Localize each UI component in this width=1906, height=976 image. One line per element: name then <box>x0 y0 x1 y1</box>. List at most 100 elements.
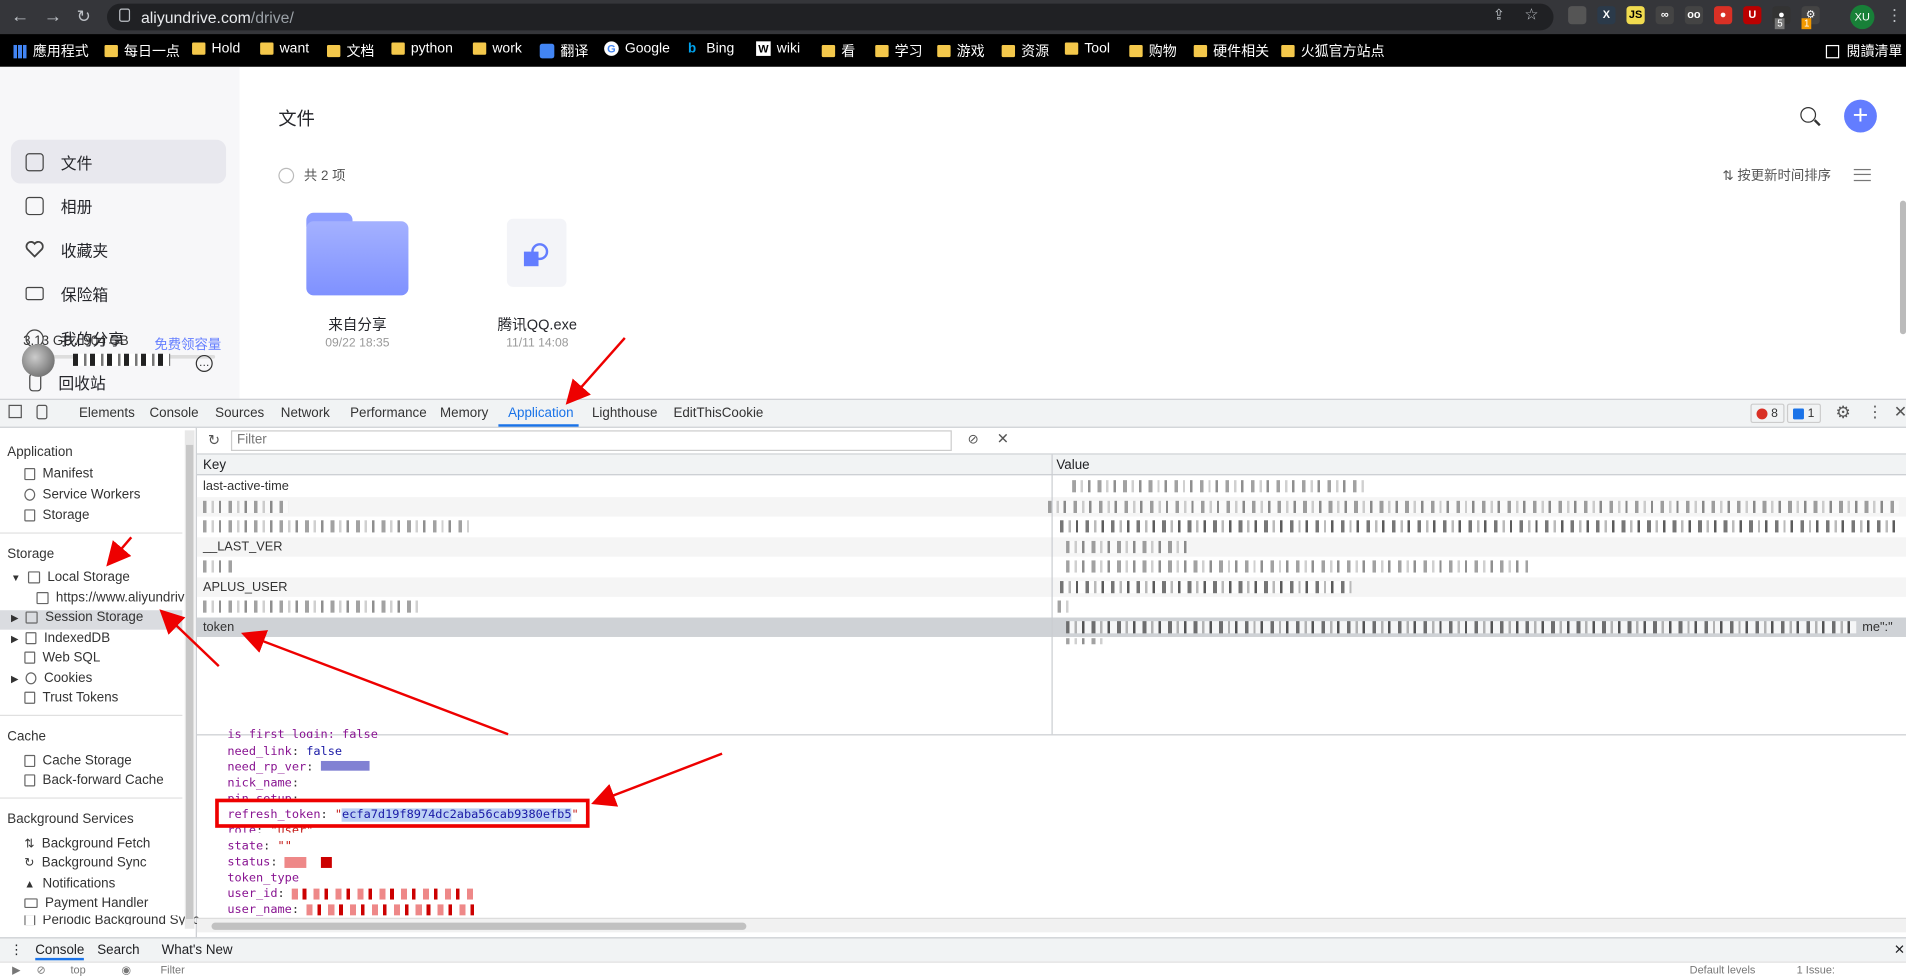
tree-manifest[interactable]: Manifest <box>24 467 93 481</box>
list-view-icon[interactable] <box>1853 168 1871 182</box>
issues-count[interactable]: 1 Issue: <box>1797 964 1835 976</box>
device-toolbar-icon[interactable] <box>36 404 48 420</box>
tree-background-sync[interactable]: ↻ Background Sync <box>24 856 146 871</box>
tab-performance[interactable]: Performance <box>350 406 427 421</box>
search-icon[interactable] <box>1800 106 1817 123</box>
sidebar-item-photos[interactable]: 相册 <box>11 184 226 228</box>
reading-list[interactable]: 閱讀清單 <box>1825 41 1902 60</box>
share-icon[interactable]: ⇪ <box>1493 6 1505 23</box>
tree-session-storage[interactable]: ▶ Session Storage <box>11 610 143 625</box>
extension-vr-icon[interactable]: oo <box>1684 6 1704 25</box>
sidebar-toggle-icon[interactable]: ▶ <box>12 964 20 976</box>
context-select[interactable]: top <box>71 964 86 976</box>
sidebar-item-files[interactable]: 文件 <box>10 139 227 184</box>
profile-avatar[interactable]: XU <box>1850 4 1875 30</box>
bookmark[interactable]: 每日一点 <box>104 41 180 60</box>
tree-notifications[interactable]: ▲ Notifications <box>24 876 115 891</box>
bookmark[interactable]: work <box>472 41 522 56</box>
sidebar-item-favorites[interactable]: 收藏夹 <box>11 227 226 271</box>
bookmark[interactable]: 火狐官方站点 <box>1281 41 1385 60</box>
bookmark-apps[interactable]: 應用程式 <box>13 41 89 60</box>
bookmark[interactable]: 游戏 <box>937 41 985 60</box>
drawer-tab-search[interactable]: Search <box>97 943 139 958</box>
console-filter[interactable]: Filter <box>160 964 184 976</box>
add-button[interactable]: + <box>1844 99 1877 133</box>
horizontal-scrollbar[interactable] <box>196 917 1906 933</box>
refresh-icon[interactable]: ↻ <box>208 432 220 449</box>
tree-trust-tokens[interactable]: Trust Tokens <box>24 690 118 705</box>
error-count-badge[interactable]: 8 <box>1750 403 1784 424</box>
address-bar[interactable]: aliyundrive.com/drive/ ⇪ ☆ <box>106 3 1554 31</box>
tree-storage[interactable]: Storage <box>24 508 89 523</box>
file-item[interactable] <box>506 218 567 287</box>
bookmark[interactable]: Wwiki <box>756 41 800 56</box>
extension-icon[interactable] <box>1568 6 1587 25</box>
star-icon[interactable]: ☆ <box>1524 5 1538 24</box>
tree-cookies[interactable]: ▶ Cookies <box>11 671 92 686</box>
page-scrollbar[interactable] <box>1899 200 1906 335</box>
bookmark[interactable]: G Google <box>604 41 670 56</box>
tree-bfcache[interactable]: Back-forward Cache <box>24 773 164 788</box>
bookmark[interactable]: 翻译 <box>539 41 588 60</box>
scroll-thumb[interactable] <box>211 922 747 930</box>
folder-item[interactable] <box>306 212 409 296</box>
more-icon[interactable]: … <box>195 354 213 372</box>
extension-x-icon[interactable]: X <box>1597 6 1616 25</box>
tree-payment-handler[interactable]: Payment Handler <box>24 896 148 910</box>
avatar[interactable] <box>21 344 55 377</box>
tree-cache-storage[interactable]: Cache Storage <box>24 754 132 768</box>
column-value[interactable]: Value <box>1056 458 1089 473</box>
bookmark[interactable]: 购物 <box>1129 41 1177 60</box>
log-levels-select[interactable]: Default levels <box>1690 964 1756 976</box>
tree-indexeddb[interactable]: ▶ IndexedDB <box>11 631 110 646</box>
extension-link-icon[interactable]: ∞ <box>1655 6 1674 25</box>
reload-icon[interactable]: ↻ <box>77 6 91 27</box>
message-count-badge[interactable]: 1 <box>1786 403 1821 424</box>
bookmark[interactable]: 资源 <box>1001 41 1049 60</box>
tab-sources[interactable]: Sources <box>215 406 264 421</box>
close-devtools-icon[interactable]: ✕ <box>1894 402 1906 421</box>
extension-red-icon[interactable]: ● <box>1713 6 1733 25</box>
sidebar-scroll-thumb[interactable] <box>185 444 194 919</box>
bookmark[interactable]: 硬件相关 <box>1193 41 1269 60</box>
select-all-checkbox[interactable] <box>278 167 295 183</box>
drawer-menu-icon[interactable]: ⋮ <box>10 942 23 958</box>
bookmark[interactable]: 学习 <box>875 41 923 60</box>
tab-console[interactable]: Console <box>150 406 199 421</box>
drawer-tab-console[interactable]: Console <box>35 943 85 961</box>
extension-js-icon[interactable]: JS <box>1626 6 1645 25</box>
column-divider[interactable] <box>1051 454 1053 735</box>
tree-websql[interactable]: Web SQL <box>24 650 100 665</box>
tab-memory[interactable]: Memory <box>440 406 488 421</box>
bookmark[interactable]: Tool <box>1064 41 1110 56</box>
inspect-icon[interactable] <box>8 404 22 419</box>
bookmark[interactable]: want <box>260 41 309 56</box>
tab-editthiscookie[interactable]: EditThisCookie <box>673 406 763 421</box>
tree-periodic-sync[interactable]: Periodic Background Sync <box>24 915 199 926</box>
tree-origin-aliyundrive[interactable]: https://www.aliyundrive. <box>36 591 196 605</box>
tree-background-fetch[interactable]: ⇅ Background Fetch <box>24 836 150 851</box>
tab-lighthouse[interactable]: Lighthouse <box>592 406 657 421</box>
bookmark[interactable]: python <box>391 41 453 56</box>
settings-gear-icon[interactable]: ⚙ <box>1836 402 1851 423</box>
sidebar-item-safe[interactable]: 保险箱 <box>11 271 226 315</box>
forward-icon[interactable]: → <box>44 6 62 27</box>
menu-icon[interactable]: ⋮ <box>1887 6 1903 25</box>
tab-elements[interactable]: Elements <box>79 406 135 421</box>
tree-local-storage[interactable]: ▼ Local Storage <box>11 570 130 585</box>
clear-all-icon[interactable]: ⊘ <box>968 432 979 448</box>
sort-button[interactable]: ⇅ 按更新时间排序 <box>1723 165 1832 184</box>
clear-console-icon[interactable]: ⊘ <box>36 964 45 976</box>
more-options-icon[interactable]: ⋮ <box>1867 402 1883 421</box>
eye-icon[interactable]: ◉ <box>122 964 132 976</box>
close-drawer-icon[interactable]: ✕ <box>1894 942 1905 958</box>
bookmark[interactable]: b Bing <box>688 41 734 56</box>
tab-application[interactable]: Application <box>508 406 573 421</box>
bookmark[interactable]: 文档 <box>326 41 374 60</box>
back-icon[interactable]: ← <box>11 6 29 27</box>
bookmark[interactable]: Hold <box>192 41 240 56</box>
tree-service-workers[interactable]: Service Workers <box>24 487 140 502</box>
filter-input[interactable]: Filter <box>230 430 952 451</box>
drawer-tab-whats-new[interactable]: What's New <box>162 943 233 958</box>
bookmark[interactable]: 看 <box>821 41 855 60</box>
